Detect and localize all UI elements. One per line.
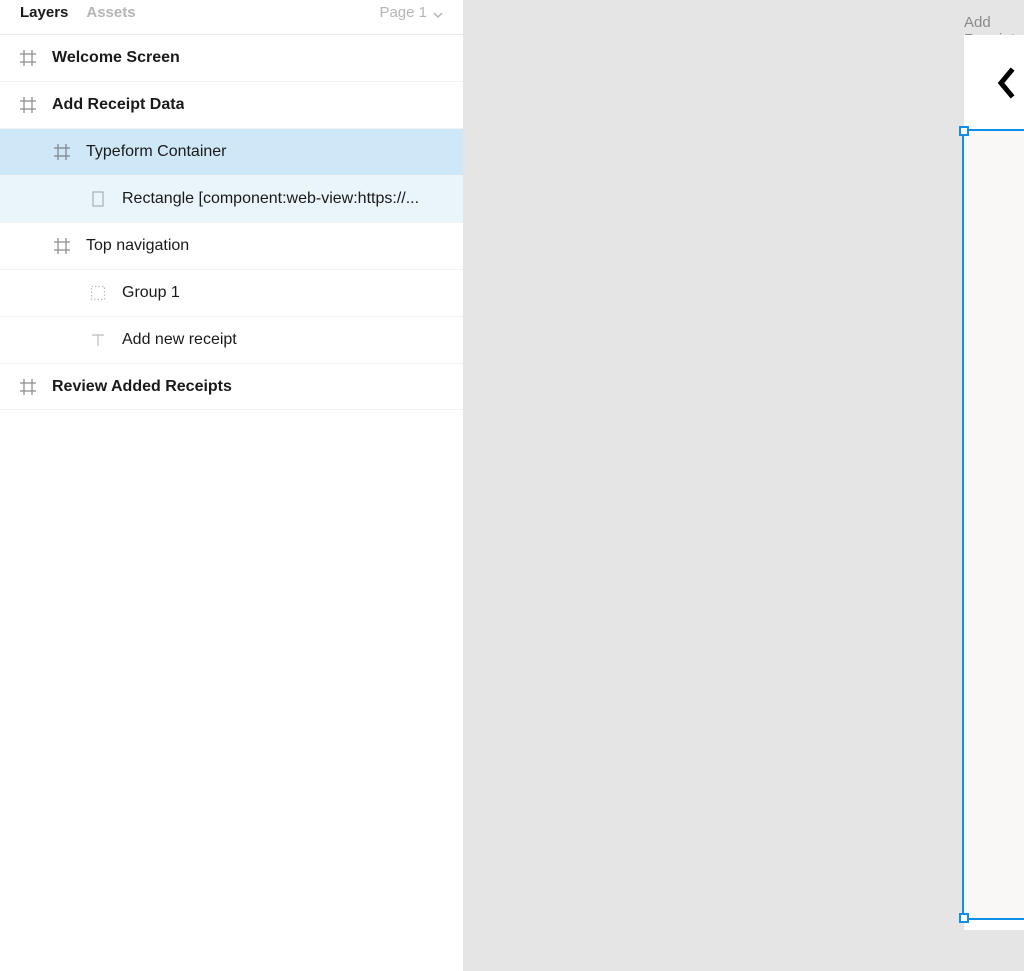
panel-tabs: Layers Assets Page 1 — [0, 0, 463, 30]
frame-icon — [52, 236, 72, 256]
layer-label: Review Added Receipts — [52, 378, 232, 396]
frame-icon — [18, 48, 38, 68]
layer-label: Add new receipt — [122, 331, 237, 349]
page-selector-label: Page 1 — [379, 4, 427, 21]
page-selector[interactable]: Page 1 — [379, 4, 443, 21]
layer-row-review-added-receipts[interactable]: Review Added Receipts — [0, 363, 463, 410]
tab-assets[interactable]: Assets — [86, 4, 135, 21]
text-icon — [88, 330, 108, 350]
layer-label: Typeform Container — [86, 143, 227, 161]
chevron-down-icon — [433, 7, 443, 17]
layer-label: Welcome Screen — [52, 49, 180, 67]
group-icon — [88, 283, 108, 303]
layers-panel: Layers Assets Page 1 Welcome Screen Add … — [0, 0, 464, 971]
rectangle-icon — [88, 189, 108, 209]
layer-row-typeform-container[interactable]: Typeform Container — [0, 128, 463, 175]
frame-icon — [18, 95, 38, 115]
layer-row-welcome-screen[interactable]: Welcome Screen — [0, 34, 463, 81]
design-canvas[interactable]: Add Receipt Data Add new receipt 320 × 5… — [464, 0, 1024, 971]
frame-icon — [52, 142, 72, 162]
layer-label: Rectangle [component:web-view:https://..… — [122, 190, 419, 208]
tab-layers[interactable]: Layers — [20, 4, 68, 21]
typeform-container-rect[interactable] — [964, 131, 1024, 918]
top-navigation: Add new receipt — [964, 35, 1024, 131]
layer-label: Group 1 — [122, 284, 180, 302]
layer-list: Welcome Screen Add Receipt Data Typeform… — [0, 30, 463, 410]
layer-row-add-receipt-data[interactable]: Add Receipt Data — [0, 81, 463, 128]
layer-label: Top navigation — [86, 237, 189, 255]
frame-icon — [18, 377, 38, 397]
layer-label: Add Receipt Data — [52, 96, 184, 114]
frame-add-receipt-data[interactable]: Add new receipt — [964, 35, 1024, 930]
layer-row-top-navigation[interactable]: Top navigation — [0, 222, 463, 269]
resize-handle-top-left[interactable] — [959, 126, 969, 136]
layer-row-rectangle-webview[interactable]: Rectangle [component:web-view:https://..… — [0, 175, 463, 222]
topnav-title: Add new receipt — [992, 66, 1024, 100]
resize-handle-bottom-left[interactable] — [959, 913, 969, 923]
layer-row-group-1[interactable]: Group 1 — [0, 269, 463, 316]
layer-row-add-new-receipt-text[interactable]: Add new receipt — [0, 316, 463, 363]
